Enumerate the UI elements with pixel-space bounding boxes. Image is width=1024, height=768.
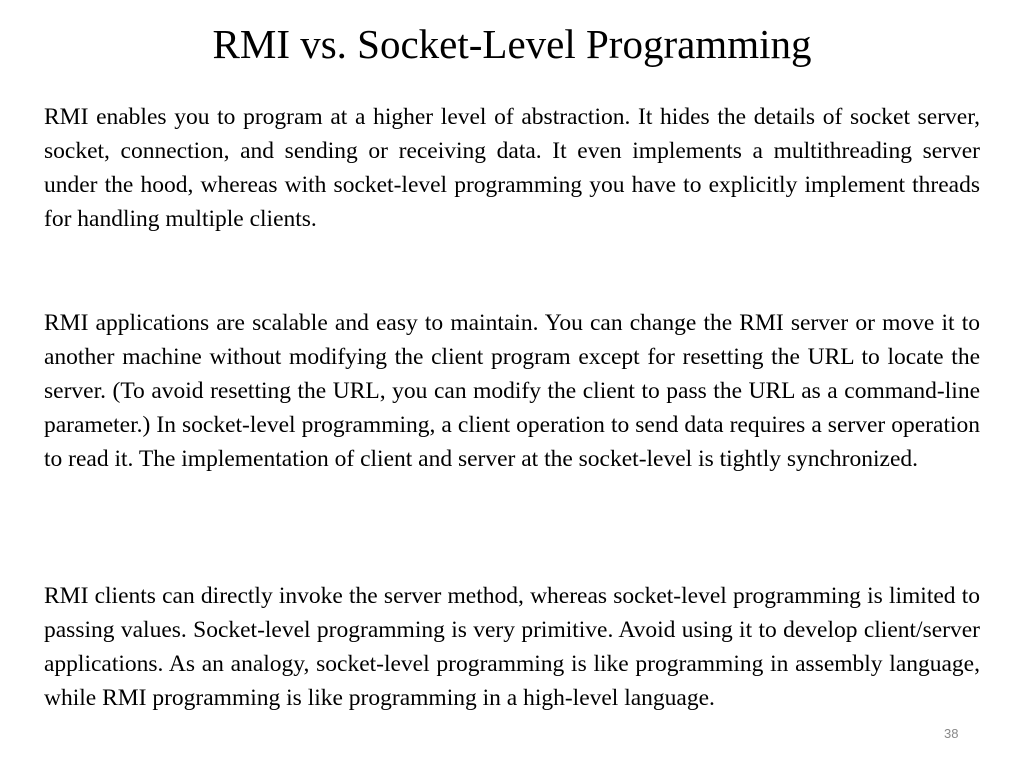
paragraph-abstraction: RMI enables you to program at a higher l… <box>44 104 980 232</box>
slide-title: RMI vs. Socket-Level Programming <box>212 21 812 67</box>
paragraph-invocation: RMI clients can directly invoke the serv… <box>44 583 980 711</box>
page-number: 38 <box>944 726 959 741</box>
paragraph-scalability: RMI applications are scalable and easy t… <box>44 310 980 472</box>
